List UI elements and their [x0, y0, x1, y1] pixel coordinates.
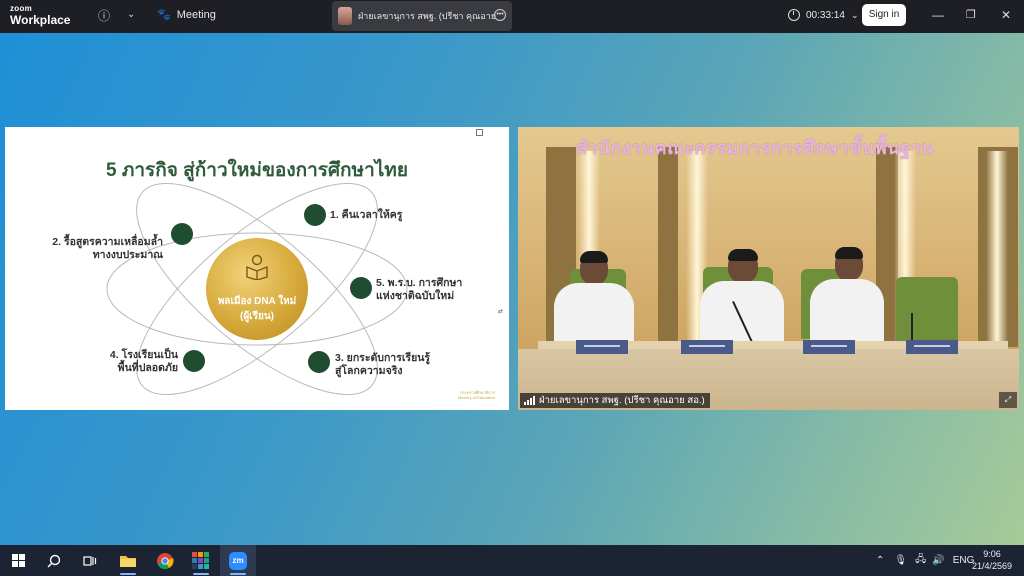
wall-panel [658, 147, 678, 347]
active-speaker-name: ฝ่ายเลขานุการ สพฐ. (ปรีชา คุณอาย สอ.) [358, 11, 496, 21]
mission-2-text-line2: ทางงบประมาณ [92, 249, 163, 261]
speaker-avatar [338, 7, 352, 25]
expand-icon[interactable]: ⤢ [999, 392, 1017, 408]
task-view-button[interactable] [72, 545, 108, 576]
folder-icon [120, 555, 136, 567]
clock-area[interactable]: 9:06 21/4/2569 [967, 548, 1017, 572]
person-hair [835, 247, 863, 259]
task-view-icon [83, 555, 97, 566]
mission-4-text-line1: 4. โรงเรียนเป็น [109, 349, 178, 361]
logo-workplace-text: Workplace [10, 13, 71, 27]
mission-3-text-line2: สู่โลกความจริง [335, 365, 403, 377]
meeting-label: Meeting [176, 8, 216, 21]
sign-in-button[interactable]: Sign in [862, 4, 906, 26]
shared-slide: 5 ภารกิจ สู่ก้าวใหม่ของการศึกษาไทย พลเมื… [5, 127, 509, 410]
restore-icon[interactable]: ❐ [966, 8, 976, 21]
participant-video[interactable]: สำนักงานคณะกรรมการการศึกษาขั้นพื้นฐาน ฝ่… [518, 127, 1019, 410]
person-hair [728, 249, 758, 261]
mission-2-dot [171, 223, 193, 245]
meeting-timer[interactable]: 00:33:14 ⌄ [788, 9, 858, 21]
tiles-app-button[interactable] [183, 545, 219, 576]
mission-5-label: 5. พ.ร.บ. การศึกษา แห่งชาติฉบับใหม่ [376, 277, 462, 303]
chevron-up-icon[interactable]: ⌃ [876, 555, 884, 566]
zoom-app-icon: zm [229, 551, 247, 570]
person-shirt [810, 279, 884, 349]
mission-1-label: 1. คืนเวลาให้ครู [330, 209, 402, 222]
nameplate [576, 340, 628, 354]
close-icon[interactable]: ✕ [1001, 8, 1011, 22]
taskbar-date: 21/4/2569 [971, 561, 1013, 571]
search-icon [47, 554, 61, 567]
mission-5-dot [350, 277, 372, 299]
mission-5-text-line2: แห่งชาติฉบับใหม่ [376, 290, 455, 302]
logo-zoom-text: zoom [10, 4, 33, 13]
center-label-line1: พลเมือง DNA ใหม่ [217, 296, 297, 307]
chrome-button[interactable] [147, 545, 183, 576]
nameplate [803, 340, 855, 354]
zoom-workplace-logo: zoom Workplace [10, 4, 71, 27]
ministry-line2: Ministry of Education [457, 395, 495, 400]
system-tray: ⌃ 🎙 🖧 🔊 ENG [876, 545, 974, 576]
mission-2-label: 2. รื้อสูตรความเหลื่อมล้ำ ทางงบประมาณ [51, 236, 163, 262]
nameplate [681, 340, 733, 354]
clock-icon [788, 9, 800, 21]
zoom-app-button[interactable]: zm [220, 545, 256, 576]
chevron-down-icon: ⌄ [850, 9, 859, 20]
mission-3-text-line1: 3. ยกระดับการเรียนรู้ [335, 352, 431, 364]
slide-title: 5 ภารกิจ สู่ก้าวใหม่ของการศึกษาไทย [106, 160, 408, 181]
windows-taskbar: zm ⌃ 🎙 🖧 🔊 ENG 9:06 21/4/2569 [0, 545, 1024, 576]
participant-name-tag: ฝ่ายเลขานุการ สพฐ. (ปรีชา คุณอาย สอ.) [520, 393, 710, 408]
chair [896, 277, 958, 347]
chevron-down-icon[interactable]: ⌄ [127, 9, 135, 20]
reader-icon [246, 254, 268, 280]
nameplate [906, 340, 958, 354]
center-learner-circle: พลเมือง DNA ใหม่ (ผู้เรียน) [206, 238, 308, 340]
center-label-line2: (ผู้เรียน) [239, 311, 274, 322]
network-icon[interactable]: 🖧 [915, 552, 926, 569]
taskbar-time: 9:06 [983, 549, 1001, 559]
active-speaker-pill[interactable]: ฝ่ายเลขานุการ สพฐ. (ปรีชา คุณอาย สอ.) ••… [332, 1, 512, 31]
start-button[interactable] [0, 545, 36, 576]
mission-4-dot [183, 350, 205, 372]
minimize-icon[interactable]: — [932, 8, 944, 22]
timer-value: 00:33:14 [806, 9, 845, 21]
office-banner: สำนักงานคณะกรรมการการศึกษาขั้นพื้นฐาน [576, 138, 934, 158]
meeting-menu[interactable]: 🐾 Meeting [157, 8, 216, 22]
app-tiles-icon [192, 551, 209, 569]
mission-3-label: 3. ยกระดับการเรียนรู้ สู่โลกความจริง [335, 352, 430, 378]
chrome-icon [157, 552, 174, 569]
info-icon[interactable]: ⓘ [98, 7, 110, 24]
microphone-icon[interactable]: 🎙 [894, 555, 907, 566]
mission-3-dot [308, 351, 330, 373]
mission-1-text: 1. คืนเวลาให้ครู [330, 209, 403, 221]
mission-4-text-line2: พื้นที่ปลอดภัย [117, 362, 178, 374]
volume-icon[interactable]: 🔊 [932, 555, 944, 566]
windows-logo-icon [11, 554, 25, 567]
person-hair [580, 251, 608, 263]
paw-icon: 🐾 [157, 9, 171, 21]
participant-name: ฝ่ายเลขานุการ สพฐ. (ปรีชา คุณอาย สอ.) [539, 395, 705, 406]
signal-bars-icon [524, 396, 535, 405]
more-options-icon[interactable]: ••• [494, 9, 506, 21]
search-button[interactable] [36, 545, 72, 576]
slide-edge-mark: ⇄ [497, 309, 503, 315]
file-explorer-button[interactable] [110, 545, 146, 576]
mission-1-dot [304, 204, 326, 226]
ministry-logo-text: กระทรวงศึกษาธิการ Ministry of Education [458, 390, 495, 400]
mission-4-label: 4. โรงเรียนเป็น พื้นที่ปลอดภัย [98, 349, 178, 375]
mission-2-text-line1: 2. รื้อสูตรความเหลื่อมล้ำ [52, 236, 163, 248]
mission-5-text-line1: 5. พ.ร.บ. การศึกษา [376, 277, 463, 289]
zoom-title-bar: zoom Workplace ⓘ ⌄ 🐾 Meeting ฝ่ายเลขานุก… [0, 0, 1024, 33]
